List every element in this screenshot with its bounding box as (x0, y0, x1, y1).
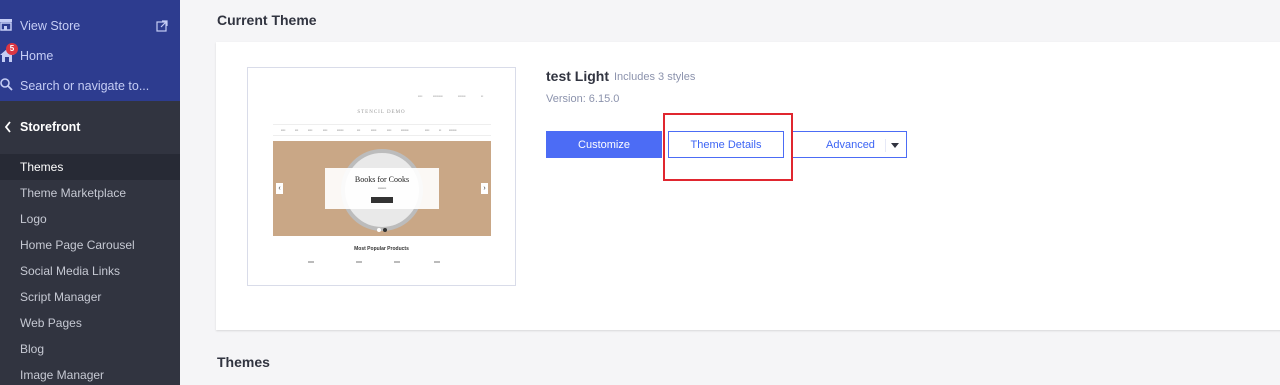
sidebar-item-image-manager[interactable]: Image Manager (0, 362, 180, 385)
preview-top-links: ▪▪▪▪ ▪▪▪▪▪▪▪▪▪ ▪▪▪▪▪▪▪ ▪▪ (418, 94, 484, 98)
sidebar: View Store 5 Home Search or navigate to.… (0, 0, 180, 385)
home-link[interactable]: 5 Home (0, 42, 180, 70)
preview-next-arrow-icon: › (481, 183, 488, 194)
search-label: Search or navigate to... (20, 79, 150, 93)
external-link-icon[interactable] (156, 20, 168, 32)
view-store-link[interactable]: View Store (0, 12, 180, 40)
preview-carousel-dots (377, 227, 389, 233)
sidebar-top-section: View Store 5 Home Search or navigate to.… (0, 0, 180, 101)
page-title: Current Theme (217, 12, 317, 28)
sidebar-item-blog[interactable]: Blog (0, 336, 180, 362)
preview-hero-button (371, 197, 393, 203)
customize-button[interactable]: Customize (546, 131, 662, 158)
preview-hero-banner: Books for Cooks ▪▪▪▪▪▪▪▪ ‹ › (273, 141, 491, 236)
preview-popular-heading: Most Popular Products (354, 246, 409, 252)
preview-nav: ▪▪▪▪ ▪▪▪ ▪▪▪▪ ▪▪▪▪ ▪▪▪▪▪▪ ▪▪▪ ▪▪▪▪▪ ▪▪▪▪ ▪▪▪▪▪… (273, 124, 491, 136)
sidebar-item-home-page-carousel[interactable]: Home Page Carousel (0, 232, 180, 258)
preview-logo: STENCIL DEMO (357, 110, 406, 115)
sidebar-item-web-pages[interactable]: Web Pages (0, 310, 180, 336)
theme-preview-image[interactable]: ▪▪▪▪ ▪▪▪▪▪▪▪▪▪ ▪▪▪▪▪▪▪ ▪▪ STENCIL DEMO ▪… (247, 67, 516, 286)
advanced-dropdown-button[interactable]: Advanced (792, 131, 907, 158)
preview-hero-title: Books for Cooks (354, 175, 410, 184)
theme-styles-note: Includes 3 styles (614, 71, 696, 83)
view-store-label: View Store (20, 19, 81, 33)
highlight-box (663, 113, 793, 181)
search-navigate[interactable]: Search or navigate to... (0, 72, 180, 100)
preview-hero-box: Books for Cooks ▪▪▪▪▪▪▪▪ (325, 168, 439, 209)
storefront-nav: Themes Theme Marketplace Logo Home Page … (0, 154, 180, 385)
sidebar-item-themes[interactable]: Themes (0, 154, 180, 180)
themes-section-title: Themes (217, 354, 270, 370)
sidebar-item-script-manager[interactable]: Script Manager (0, 284, 180, 310)
caret-down-icon (891, 143, 899, 148)
storefront-back-link[interactable]: Storefront (0, 114, 180, 140)
sidebar-item-theme-marketplace[interactable]: Theme Marketplace (0, 180, 180, 206)
theme-name: test Light (546, 68, 609, 84)
dropdown-divider (885, 139, 886, 152)
home-label: Home (20, 49, 54, 63)
store-icon (0, 19, 12, 31)
sidebar-item-social-media-links[interactable]: Social Media Links (0, 258, 180, 284)
theme-version: Version: 6.15.0 (546, 93, 620, 105)
advanced-label: Advanced (826, 138, 875, 151)
storefront-label: Storefront (20, 120, 81, 134)
sidebar-item-logo[interactable]: Logo (0, 206, 180, 232)
search-icon (0, 78, 13, 91)
preview-hero-subtitle: ▪▪▪▪▪▪▪▪ (377, 186, 387, 190)
preview-prev-arrow-icon: ‹ (276, 183, 283, 194)
notification-badge: 5 (6, 43, 18, 55)
chevron-left-icon (4, 121, 11, 133)
